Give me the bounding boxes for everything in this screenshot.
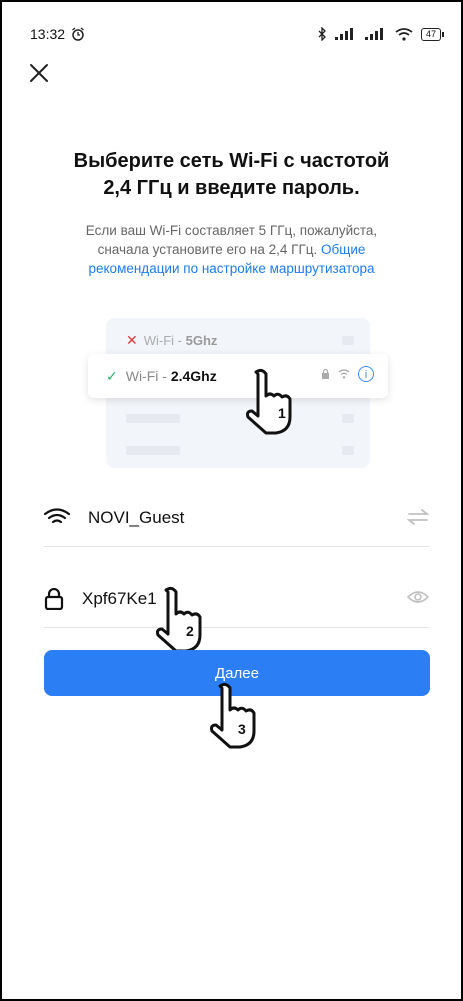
pointing-hand-icon-1: 1 — [246, 368, 292, 435]
page-description: Если ваш Wi-Fi составляет 5 ГГц, пожалуй… — [40, 221, 423, 278]
next-button-label: Далее — [215, 664, 259, 682]
wifi-icon — [44, 508, 70, 524]
step-3-number: 3 — [238, 721, 246, 737]
lock-icon — [44, 588, 64, 610]
check-icon: ✓ — [106, 367, 118, 384]
illus-placeholder-bar — [342, 446, 354, 455]
illus-placeholder-bar — [342, 336, 354, 345]
illus-placeholder-bar — [126, 446, 180, 455]
illus-24ghz-card: ✓ Wi-Fi - 2.4Ghz i — [88, 354, 388, 398]
wifi-status-icon — [395, 27, 413, 41]
title-line-1: Выберите сеть Wi-Fi с частотой — [73, 150, 390, 172]
step-2-number: 2 — [186, 623, 194, 639]
title-line-2: 2,4 ГГц и введите пароль. — [103, 177, 360, 199]
status-time-group: 13:32 — [30, 26, 85, 42]
pointing-hand-icon-3: 3 — [210, 682, 256, 749]
signal-icon — [334, 28, 353, 40]
illus-5ghz-row: ✕ Wi-Fi - 5Ghz — [126, 332, 217, 349]
bluetooth-icon — [318, 27, 326, 41]
router-guide-link[interactable]: Общие — [321, 242, 365, 257]
desc-line-2-text: сначала установите его на 2,4 ГГц. — [97, 242, 322, 257]
eye-icon[interactable] — [407, 589, 429, 605]
lock-small-icon — [322, 369, 329, 379]
ssid-field[interactable]: NOVI_Guest — [44, 490, 429, 547]
status-icons: 47 — [317, 27, 445, 41]
illus-placeholder-bar — [342, 414, 354, 423]
ssid-value[interactable]: NOVI_Guest — [88, 508, 184, 528]
illus-24ghz-icons: i — [321, 366, 374, 382]
password-field[interactable]: Xpf67Ke1 — [44, 571, 429, 628]
status-time: 13:32 — [30, 26, 66, 42]
signal-icon-2 — [364, 28, 383, 40]
step-1-number: 1 — [278, 405, 286, 421]
close-icon[interactable] — [28, 62, 50, 84]
illus-placeholder-bar — [126, 414, 180, 423]
illus-24ghz-label: Wi-Fi - 2.4Ghz — [125, 368, 217, 384]
router-guide-link-cont[interactable]: рекомендации по настройке маршрутизатора — [40, 259, 423, 278]
illus-5ghz-label: Wi-Fi - 5Ghz — [143, 333, 218, 348]
wifi-small-icon — [338, 369, 350, 379]
desc-line-1: Если ваш Wi-Fi составляет 5 ГГц, пожалуй… — [85, 223, 378, 238]
alarm-icon — [72, 27, 84, 41]
pointing-hand-icon-2: 2 — [156, 586, 202, 653]
battery-indicator: 47 — [420, 27, 445, 41]
page-title: Выберите сеть Wi-Fi с частотой 2,4 ГГц и… — [30, 148, 433, 202]
desc-line-2: сначала установите его на 2,4 ГГц. Общие — [40, 240, 423, 259]
switch-network-icon[interactable] — [407, 508, 429, 526]
cross-icon: ✕ — [126, 332, 138, 348]
password-value[interactable]: Xpf67Ke1 — [82, 589, 157, 609]
status-bar: 13:32 47 — [30, 24, 445, 44]
info-icon: i — [358, 366, 374, 382]
